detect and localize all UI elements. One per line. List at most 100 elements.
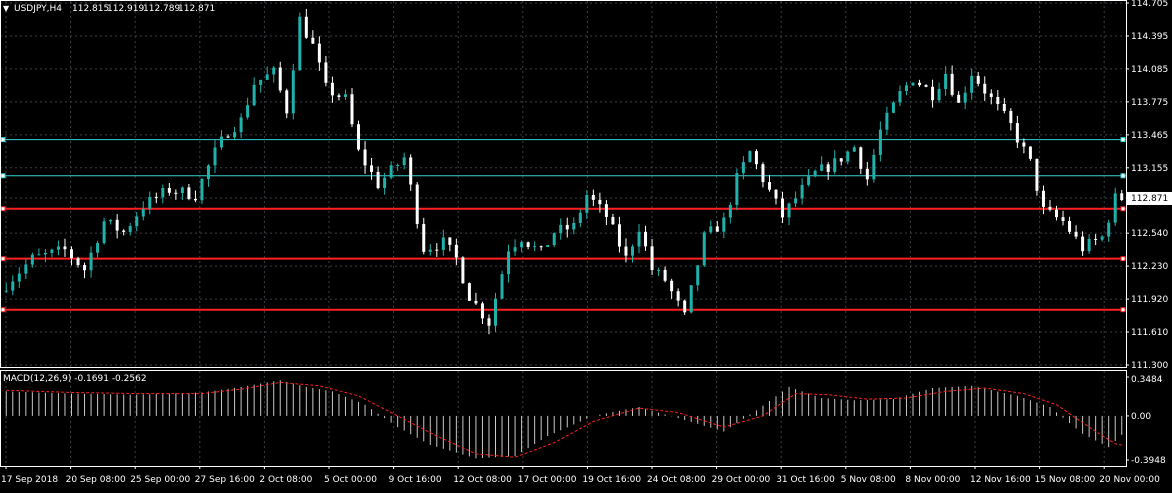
price-tick-label: 111.920 <box>1131 295 1168 305</box>
candle-bull <box>741 162 745 174</box>
candle-bear <box>69 249 73 259</box>
candle-bull <box>1087 238 1091 252</box>
candle-bear <box>448 237 452 245</box>
candle-bull <box>585 194 589 213</box>
chart-canvas[interactable]: 114.705 114.395 114.085 113.775 113.465 113.1… <box>0 0 1172 489</box>
candle-bear <box>859 147 863 169</box>
candle-bear <box>435 249 439 251</box>
candle-bull <box>533 246 537 248</box>
candle-bear <box>754 151 758 165</box>
candle-bear <box>83 265 87 271</box>
candle-bear <box>330 82 334 96</box>
candle-bear <box>409 157 413 185</box>
candle-bull <box>402 157 406 166</box>
macd-indicator-label: MACD(12,26,9) -0.1691 -0.2562 <box>3 374 147 384</box>
candle-bull <box>272 67 276 75</box>
price-tick-label: 113.775 <box>1131 98 1168 108</box>
candle-bull <box>709 226 713 233</box>
candle-bull <box>820 164 824 171</box>
candle-bear <box>1081 236 1085 252</box>
time-tick-label: 5 Nov 08:00 <box>841 475 896 485</box>
candle-bear <box>617 224 621 247</box>
candle-bull <box>970 75 974 93</box>
line-handle-left[interactable] <box>0 307 6 313</box>
candle-bull <box>246 105 250 118</box>
candle-bull <box>657 269 661 271</box>
candle-bear <box>931 86 935 101</box>
time-tick-label: 9 Oct 16:00 <box>389 475 442 485</box>
chart-menu-icon[interactable]: ▼ <box>3 4 10 13</box>
candle-bull <box>96 243 100 253</box>
candle-bull <box>813 170 817 177</box>
candle-bear <box>115 219 119 231</box>
candle-bear <box>154 196 158 198</box>
candle-bull <box>11 281 15 291</box>
candle-bear <box>474 300 478 304</box>
candle-bull <box>937 89 941 101</box>
time-tick-label: 19 Oct 16:00 <box>582 475 641 485</box>
line-handle-right[interactable] <box>1120 206 1126 212</box>
line-handle-left[interactable] <box>0 256 6 262</box>
candle-bear <box>1028 146 1032 159</box>
candle-bull <box>239 117 243 133</box>
line-handle-right[interactable] <box>1120 307 1126 313</box>
candle-bear <box>1002 103 1006 111</box>
line-handle-right[interactable] <box>1120 173 1126 179</box>
candle-bull <box>728 204 732 218</box>
line-handle-left[interactable] <box>0 137 6 143</box>
line-handle-right[interactable] <box>1120 137 1126 143</box>
candle-bull <box>878 129 882 155</box>
candle-bull <box>343 94 347 97</box>
candle-bull <box>833 158 837 172</box>
mt4-chart-window[interactable]: 114.705 114.395 114.085 113.775 113.465 113.1… <box>0 0 1172 489</box>
candle-bear <box>350 94 354 125</box>
symbol-title: USDJPY,H4 <box>14 4 62 14</box>
time-tick-label: 17 Sep 2018 <box>1 475 58 485</box>
candle-bull <box>494 298 498 326</box>
line-handle-left[interactable] <box>0 206 6 212</box>
macd-tick-label: -0.3948 <box>1131 456 1166 466</box>
candle-bull <box>220 136 224 148</box>
candle-bear <box>539 246 543 248</box>
price-tick-label: 114.705 <box>1131 0 1168 9</box>
candle-bear <box>487 318 491 326</box>
candle-bull <box>885 112 889 130</box>
candle-bear <box>611 216 615 225</box>
candle-bear <box>591 194 595 200</box>
candle-bull <box>148 196 152 209</box>
candle-bear <box>422 223 426 252</box>
candle-bull <box>383 177 387 189</box>
price-tick-label: 111.300 <box>1131 361 1168 371</box>
candle-bull <box>500 274 504 299</box>
price-tick-label: 113.155 <box>1131 164 1168 174</box>
candle-bull <box>696 265 700 286</box>
candle-bull <box>1113 193 1117 223</box>
candle-bear <box>924 85 928 87</box>
candle-bull <box>794 198 798 204</box>
time-tick-label: 15 Nov 08:00 <box>1035 475 1096 485</box>
candle-bull <box>546 245 550 248</box>
candle-bear <box>167 187 171 193</box>
candle-bear <box>454 244 458 258</box>
time-tick-label: 12 Oct 08:00 <box>453 475 512 485</box>
candle-bull <box>428 249 432 252</box>
candle-bull <box>396 165 400 167</box>
candle-bull <box>213 147 217 166</box>
candle-bear <box>461 257 465 284</box>
candle-bull <box>963 92 967 103</box>
candle-bull <box>102 221 106 244</box>
line-handle-right[interactable] <box>1120 256 1126 262</box>
line-handle-left[interactable] <box>0 173 6 179</box>
candle-bull <box>507 251 511 275</box>
candle-bull <box>552 233 556 246</box>
candle-bull <box>520 242 524 248</box>
candle-bear <box>774 189 778 199</box>
candle-bull <box>637 231 641 247</box>
candle-bear <box>370 165 374 172</box>
candle-bear <box>193 198 197 201</box>
candle-bull <box>807 176 811 185</box>
time-tick-label: 8 Nov 00:00 <box>905 475 960 485</box>
candle-bear <box>311 37 315 44</box>
candle-bear <box>122 230 126 232</box>
candle-bear <box>865 168 869 180</box>
